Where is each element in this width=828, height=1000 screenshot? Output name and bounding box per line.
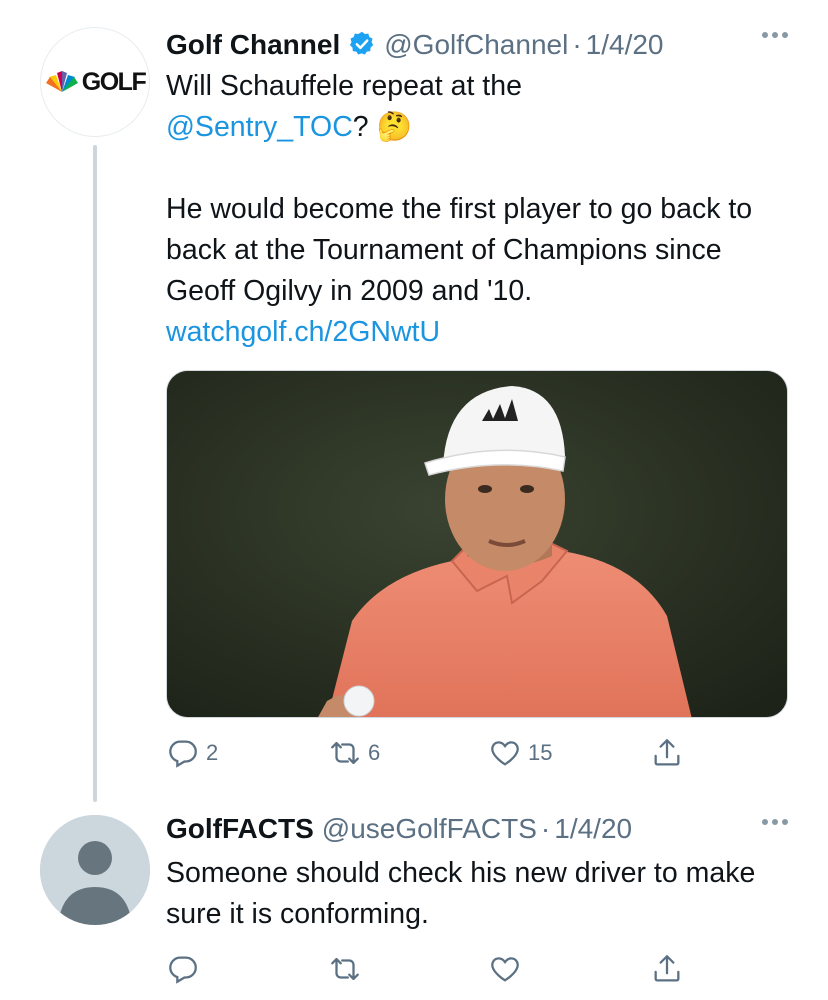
golffacts-avatar[interactable] — [40, 815, 150, 925]
tweet-text: Will Schauffele repeat at the @Sentry_TO… — [166, 66, 792, 353]
retweet-count: 6 — [368, 740, 381, 765]
author-handle[interactable]: @GolfChannel — [384, 29, 568, 61]
author-handle[interactable]: @useGolfFACTS — [322, 813, 537, 845]
verified-badge-icon — [350, 31, 374, 55]
reply-icon — [169, 956, 197, 984]
tweet-date[interactable]: 1/4/20 — [554, 813, 632, 845]
mention-suffix: ? — [352, 111, 369, 143]
thread-line — [93, 145, 97, 802]
golfer-photo-illustration — [167, 371, 787, 717]
tweet-header: GolfFACTS @useGolfFACTS · 1/4/20 — [166, 813, 788, 845]
mention-link[interactable]: @Sentry_TOC — [166, 111, 353, 143]
tweet-photo[interactable] — [166, 370, 788, 718]
author-name[interactable]: Golf Channel — [166, 29, 340, 61]
tweet-actions: 2 6 15 — [166, 736, 696, 776]
separator-dot: · — [572, 29, 582, 60]
reply-button[interactable]: 2 — [166, 736, 218, 770]
retweet-button[interactable]: 6 — [328, 736, 380, 770]
share-icon — [654, 955, 680, 982]
default-avatar-icon — [40, 815, 150, 925]
retweet-icon — [331, 957, 359, 981]
retweet-icon — [331, 741, 359, 765]
thinking-emoji: 🤔 — [376, 111, 413, 143]
tweet-actions — [166, 952, 696, 992]
tweet-text: Someone should check his new driver to m… — [166, 857, 756, 930]
tweet-url-link[interactable]: watchgolf.ch/2GNwtU — [166, 316, 440, 348]
more-icon[interactable] — [762, 32, 788, 38]
like-icon — [491, 741, 519, 766]
golf-channel-logo: GOLF — [45, 67, 147, 97]
like-button[interactable]: 15 — [488, 736, 552, 770]
share-button[interactable] — [650, 952, 684, 986]
more-icon[interactable] — [762, 819, 788, 825]
peacock-icon — [45, 71, 78, 92]
golf-channel-avatar[interactable]: GOLF — [40, 27, 150, 137]
tweet-golf-channel[interactable]: GOLF Golf Channel @GolfChannel · 1/4/20 … — [0, 0, 828, 802]
like-count: 15 — [528, 740, 553, 765]
tweet-golffacts-reply[interactable]: GolfFACTS @useGolfFACTS · 1/4/20 Someone… — [0, 800, 828, 1000]
share-button[interactable] — [650, 736, 684, 770]
like-button[interactable] — [488, 952, 522, 986]
retweet-button[interactable] — [328, 952, 362, 986]
separator-dot: · — [540, 813, 551, 844]
tweet-date[interactable]: 1/4/20 — [586, 29, 664, 61]
golf-logo-text: GOLF — [81, 67, 147, 96]
tweet-header: Golf Channel @GolfChannel · 1/4/20 — [166, 26, 788, 61]
reply-icon — [169, 740, 197, 768]
author-name[interactable]: GolfFACTS — [166, 813, 314, 845]
share-icon — [654, 739, 680, 766]
reply-count: 2 — [206, 740, 219, 765]
tweet-text-line1: Will Schauffele repeat at the — [166, 70, 522, 102]
tweet-paragraph-2: He would become the first player to go b… — [166, 193, 753, 307]
like-icon — [491, 957, 519, 982]
reply-button[interactable] — [166, 952, 200, 986]
